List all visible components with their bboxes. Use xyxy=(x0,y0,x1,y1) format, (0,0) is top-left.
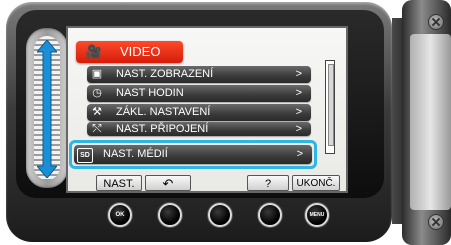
menu-item-label: NAST. ZOBRAZENÍ xyxy=(116,68,214,80)
ok-button[interactable]: OK xyxy=(108,203,132,227)
hinge-panel xyxy=(410,34,451,210)
chevron-right-icon: > xyxy=(296,148,303,160)
back-button[interactable]: ↶ xyxy=(145,175,191,191)
menu-item-connection-settings[interactable]: ⤲ NAST. PŘIPOJENÍ > xyxy=(87,122,311,136)
display-settings-icon: ▣ xyxy=(91,68,103,80)
chevron-right-icon: > xyxy=(295,87,302,99)
screw-icon xyxy=(428,14,444,30)
menu-item-media-settings[interactable]: SD NAST. MÉDIÍ > xyxy=(74,145,312,164)
sd-card-icon: SD xyxy=(77,148,93,163)
hardware-button-4[interactable] xyxy=(258,203,282,227)
video-camera-icon: 🎥 xyxy=(85,44,103,59)
settings-button[interactable]: NAST. xyxy=(96,175,142,191)
tools-icon: ⚒ xyxy=(92,106,102,118)
chevron-right-icon: > xyxy=(295,68,302,80)
menu-item-label: NAST. PŘIPOJENÍ xyxy=(116,123,209,135)
help-button[interactable]: ? xyxy=(247,175,289,191)
video-menu-tab[interactable]: 🎥 VIDEO xyxy=(76,41,183,63)
menu-item-label: ZÁKL. NASTAVENÍ xyxy=(116,106,211,118)
hardware-button-2[interactable] xyxy=(158,203,182,227)
chevron-right-icon: > xyxy=(295,123,302,135)
menu-button[interactable]: MENU xyxy=(305,203,329,227)
menu-item-label: NAST HODIN xyxy=(116,87,184,99)
up-down-arrow-icon xyxy=(37,40,57,178)
clock-icon: ◷ xyxy=(92,87,102,99)
hardware-button-3[interactable] xyxy=(208,203,232,227)
ok-label: OK xyxy=(115,212,125,218)
chevron-right-icon: > xyxy=(295,106,302,118)
menu-item-basic-settings[interactable]: ⚒ ZÁKL. NASTAVENÍ > xyxy=(87,104,311,121)
screw-icon xyxy=(428,214,444,230)
menu-item-display-settings[interactable]: ▣ NAST. ZOBRAZENÍ > xyxy=(87,66,311,83)
exit-button[interactable]: UKONČ. xyxy=(292,175,340,191)
menu-label: MENU xyxy=(309,212,325,218)
menu-item-clock-settings[interactable]: ◷ NAST HODIN > xyxy=(87,85,311,102)
menu-item-label: NAST. MÉDIÍ xyxy=(103,148,168,160)
video-tab-label: VIDEO xyxy=(120,44,161,59)
scrollbar-thumb[interactable] xyxy=(328,64,334,146)
connection-icon: ⤲ xyxy=(92,123,102,135)
